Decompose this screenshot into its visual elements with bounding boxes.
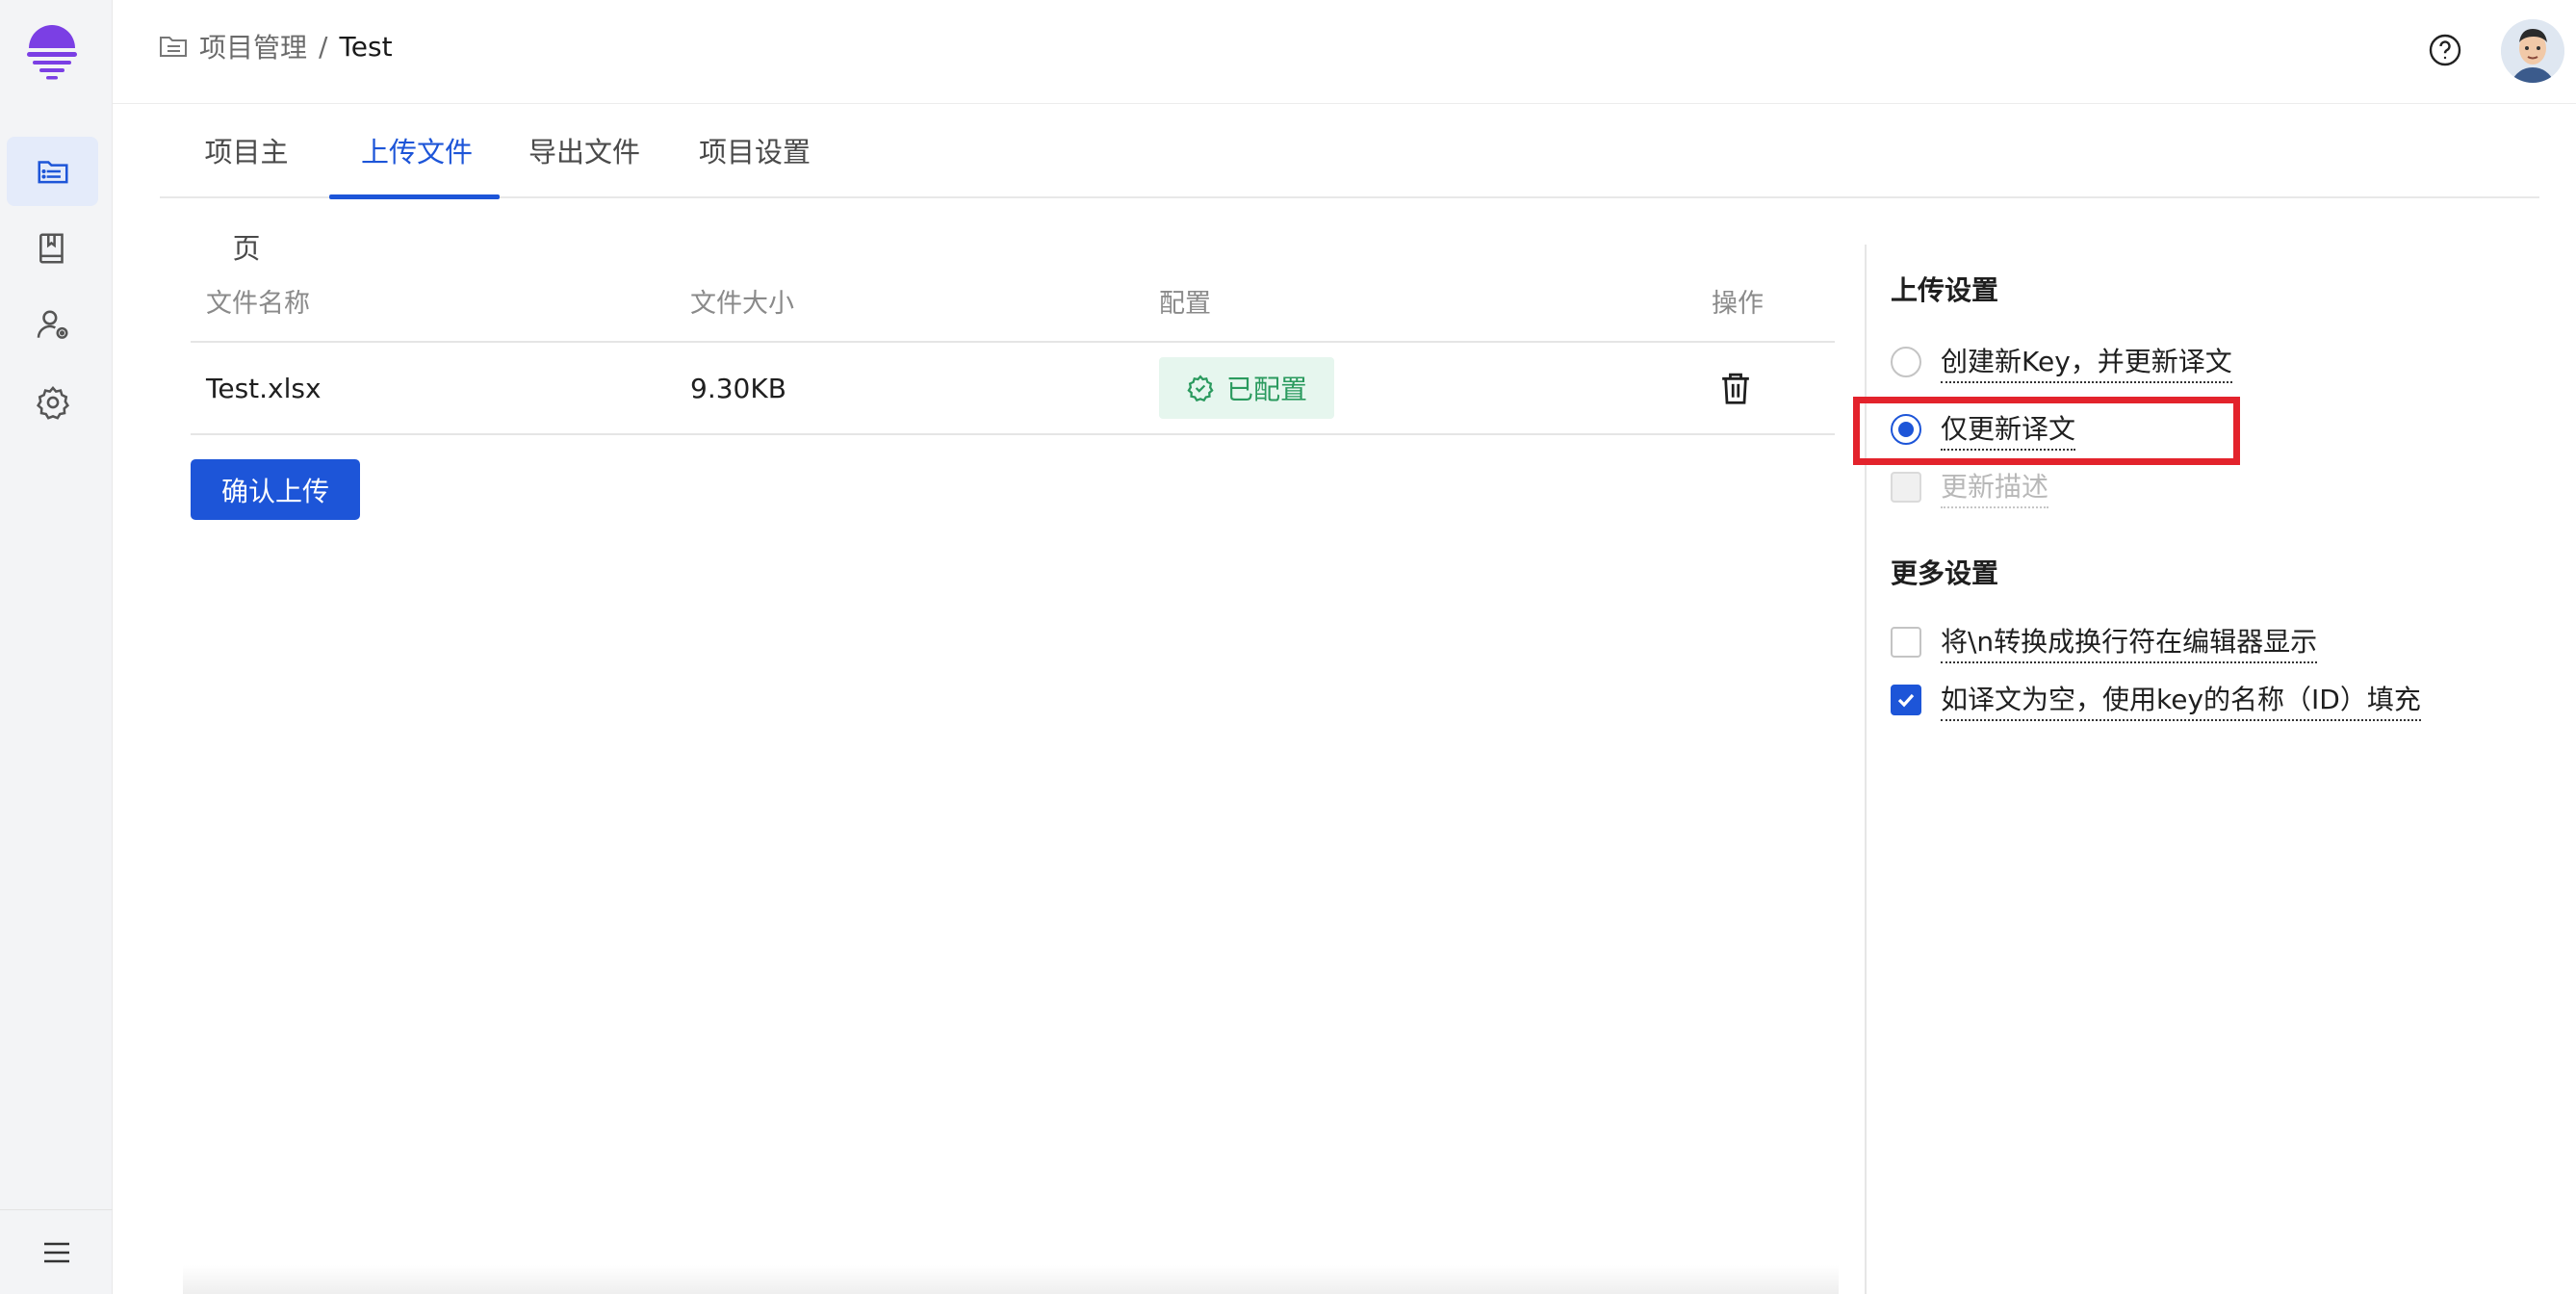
option-fill-empty-with-key[interactable]: 如译文为空，使用key的名称（ID）填充 (1891, 679, 2421, 721)
sidebar-item-settings[interactable] (7, 368, 98, 437)
tab-project-home[interactable]: 项目主页 (192, 104, 301, 265)
file-table: 文件名称 文件大小 配置 操作 Test.xlsx 9.30KB 已配置 (191, 260, 1835, 435)
sidebar (0, 0, 113, 1294)
sidebar-footer (0, 1209, 113, 1294)
breadcrumb-parent[interactable]: 项目管理 (199, 27, 307, 65)
config-status-badge[interactable]: 已配置 (1159, 357, 1335, 419)
header-file-size: 文件大小 (690, 288, 794, 319)
header-config: 配置 (1159, 288, 1211, 319)
file-size-cell: 9.30KB (690, 372, 786, 404)
active-tab-indicator (329, 194, 500, 199)
option-update-description: 更新描述 (1891, 466, 2049, 508)
breadcrumb: 项目管理 / Test (159, 27, 393, 65)
table-header: 文件名称 文件大小 配置 操作 (191, 260, 1835, 343)
file-name-cell: Test.xlsx (206, 372, 322, 404)
table-row: Test.xlsx 9.30KB 已配置 (191, 343, 1835, 435)
tab-bar: 项目主页 上传文件 导出文件 项目设置 (160, 104, 2539, 265)
sidebar-item-projects[interactable] (7, 137, 98, 206)
tab-upload-file[interactable]: 上传文件 (361, 104, 473, 198)
book-icon (39, 233, 64, 264)
user-settings-icon (37, 310, 68, 339)
menu-icon[interactable] (41, 1239, 72, 1266)
breadcrumb-separator: / (319, 30, 328, 63)
help-icon[interactable] (2428, 33, 2462, 67)
checkbox-newline-convert[interactable] (1891, 627, 1921, 658)
breadcrumb-current: Test (339, 30, 393, 63)
highlight-annotation-box (1853, 397, 2240, 465)
folder-list-icon (37, 161, 68, 184)
folder-icon (160, 37, 187, 57)
header-file-name: 文件名称 (206, 288, 310, 319)
avatar[interactable] (2501, 19, 2564, 83)
gear-icon (36, 386, 69, 420)
checkbox-fill-empty-with-key[interactable] (1891, 685, 1921, 715)
top-header: 项目管理 / Test (113, 0, 2576, 104)
confirm-upload-button[interactable]: 确认上传 (191, 459, 360, 520)
checkbox-update-description (1891, 472, 1921, 503)
sidebar-item-glossary[interactable] (7, 214, 98, 283)
more-settings-title: 更多设置 (1891, 557, 1999, 589)
checkmark-icon (1897, 693, 1915, 708)
gear-check-icon (1187, 375, 1214, 402)
user-avatar-icon (2501, 19, 2564, 83)
sidebar-item-members[interactable] (7, 291, 98, 360)
option-update-description-label: 更新描述 (1941, 466, 2049, 508)
option-newline-convert[interactable]: 将\n转换成换行符在编辑器显示 (1891, 621, 2318, 663)
bottom-shadow (183, 1265, 1839, 1294)
option-fill-empty-label: 如译文为空，使用key的名称（ID）填充 (1941, 679, 2421, 721)
tab-export-file[interactable]: 导出文件 (528, 104, 640, 198)
header-actions: 操作 (1712, 288, 1764, 319)
option-create-key-and-update[interactable]: 创建新Key，并更新译文 (1891, 341, 2232, 383)
upload-settings-title: 上传设置 (1891, 274, 1999, 306)
option-create-key-label: 创建新Key，并更新译文 (1941, 341, 2232, 383)
delete-icon[interactable] (1719, 371, 1752, 405)
radio-create-key[interactable] (1891, 347, 1921, 377)
option-newline-convert-label: 将\n转换成换行符在编辑器显示 (1941, 621, 2318, 663)
config-status-label: 已配置 (1226, 374, 1308, 405)
tab-project-settings[interactable]: 项目设置 (699, 104, 811, 198)
app-logo-icon[interactable] (25, 21, 79, 81)
